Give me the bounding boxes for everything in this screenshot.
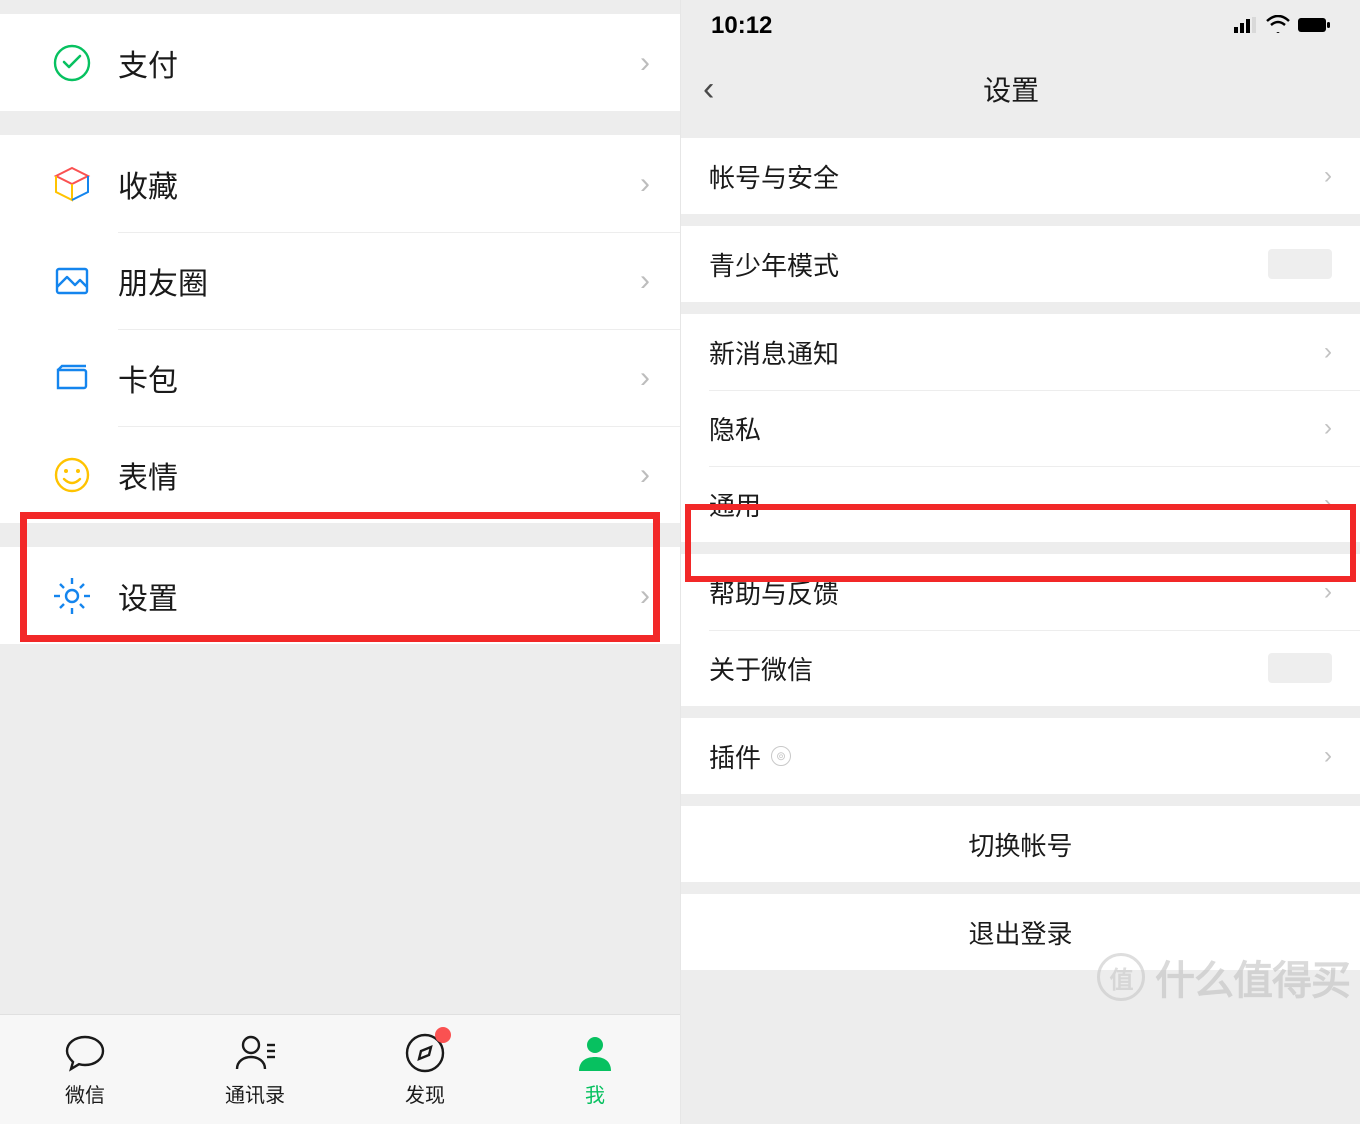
chevron-right-icon: › [640, 458, 650, 492]
redacted-value [1268, 653, 1332, 683]
watermark-text: 什么值得买 [1155, 948, 1350, 1006]
tab-label: 通讯录 [225, 1079, 285, 1108]
tab-discover[interactable]: 发现 [340, 1015, 510, 1124]
gear-icon [50, 574, 94, 618]
contacts-icon [233, 1031, 277, 1075]
row-label: 帮助与反馈 [709, 574, 1324, 611]
row-teen-mode[interactable]: 青少年模式 [681, 226, 1360, 302]
watermark-badge-icon: 值 [1097, 953, 1145, 1001]
settings-screen: 10:12 [680, 0, 1360, 1124]
section-gap [0, 111, 680, 135]
row-account-security[interactable]: 帐号与安全 › [681, 138, 1360, 214]
row-label: 通用 [709, 486, 1324, 523]
row-label: 青少年模式 [709, 246, 1268, 283]
section-gap [681, 794, 1360, 806]
row-help-feedback[interactable]: 帮助与反馈 › [681, 554, 1360, 630]
chevron-right-icon: › [1324, 162, 1332, 190]
tab-contacts[interactable]: 通讯录 [170, 1015, 340, 1124]
row-new-message[interactable]: 新消息通知 › [681, 314, 1360, 390]
watermark: 值 什么值得买 [1097, 948, 1350, 1006]
plugin-badge-icon: ⊚ [771, 746, 791, 766]
row-label: 切换帐号 [968, 826, 1072, 863]
row-label: 朋友圈 [118, 259, 640, 303]
row-stickers[interactable]: 表情 › [0, 426, 680, 523]
row-about[interactable]: 关于微信 [681, 630, 1360, 706]
chevron-right-icon: › [1324, 578, 1332, 606]
tab-label: 微信 [65, 1079, 105, 1108]
smiley-icon [50, 453, 94, 497]
row-switch-account[interactable]: 切换帐号 [681, 806, 1360, 882]
row-pay[interactable]: 支付 › [0, 14, 680, 111]
row-label: 帐号与安全 [709, 158, 1324, 195]
row-label: 隐私 [709, 410, 1324, 447]
chevron-right-icon: › [640, 361, 650, 395]
row-label: 关于微信 [709, 650, 1268, 687]
chevron-right-icon: › [640, 579, 650, 613]
chat-bubble-icon [63, 1031, 107, 1075]
row-label: 表情 [118, 453, 640, 497]
chevron-right-icon: › [1324, 490, 1332, 518]
row-label: 新消息通知 [709, 334, 1324, 371]
row-general[interactable]: 通用 › [681, 466, 1360, 542]
chevron-right-icon: › [640, 46, 650, 80]
section-gap [681, 126, 1360, 138]
section-gap [0, 0, 680, 14]
cube-icon [50, 162, 94, 206]
redacted-value [1268, 249, 1332, 279]
row-label: 设置 [118, 574, 640, 618]
status-time: 10:12 [711, 12, 772, 40]
row-moments[interactable]: 朋友圈 › [0, 232, 680, 329]
section-gap [681, 542, 1360, 554]
pay-icon [50, 41, 94, 85]
tab-label: 发现 [405, 1079, 445, 1108]
row-label: 收藏 [118, 162, 640, 206]
status-bar: 10:12 [681, 0, 1360, 52]
me-icon [573, 1031, 617, 1075]
chevron-right-icon: › [640, 167, 650, 201]
section-gap [681, 882, 1360, 894]
chevron-right-icon: › [1324, 338, 1332, 366]
battery-icon [1298, 12, 1330, 40]
row-favorites[interactable]: 收藏 › [0, 135, 680, 232]
nav-bar: ‹ 设置 [681, 52, 1360, 126]
row-settings[interactable]: 设置 › [0, 547, 680, 644]
tab-me[interactable]: 我 [510, 1015, 680, 1124]
section-gap [0, 523, 680, 547]
chevron-right-icon: › [1324, 742, 1332, 770]
page-title: 设置 [684, 69, 1338, 109]
signal-icon [1234, 12, 1258, 40]
me-screen: 支付 › 收藏 › 朋友圈 › [0, 0, 680, 1124]
row-label: 插件 ⊚ [709, 738, 1324, 775]
row-label: 退出登录 [968, 914, 1072, 951]
wifi-icon [1266, 12, 1290, 40]
section-gap [681, 706, 1360, 718]
row-privacy[interactable]: 隐私 › [681, 390, 1360, 466]
chevron-right-icon: › [1324, 414, 1332, 442]
row-plugins[interactable]: 插件 ⊚ › [681, 718, 1360, 794]
chevron-right-icon: › [640, 264, 650, 298]
row-cards[interactable]: 卡包 › [0, 329, 680, 426]
section-gap [681, 214, 1360, 226]
wallet-icon [50, 356, 94, 400]
tab-chats[interactable]: 微信 [0, 1015, 170, 1124]
gallery-icon [50, 259, 94, 303]
blank-area [0, 644, 680, 1014]
bottom-tabbar: 微信 通讯录 [0, 1014, 680, 1124]
tab-label: 我 [585, 1079, 605, 1108]
row-label: 卡包 [118, 356, 640, 400]
notification-badge-icon [435, 1027, 451, 1043]
section-gap [681, 302, 1360, 314]
row-label: 支付 [118, 41, 640, 85]
